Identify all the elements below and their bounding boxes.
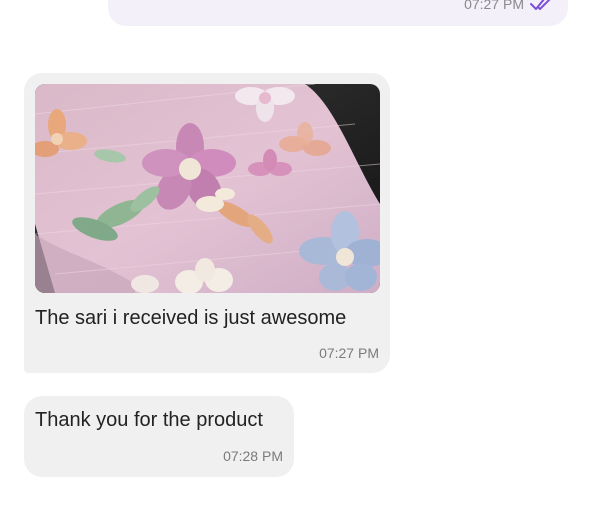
message-time: 07:27 PM bbox=[464, 0, 524, 12]
message-time: 07:28 PM bbox=[223, 448, 283, 464]
message-time: 07:27 PM bbox=[319, 345, 379, 361]
message-meta: 07:27 PM bbox=[464, 0, 554, 12]
sari-photo[interactable] bbox=[35, 84, 380, 293]
chat-thread: 07:27 PM The sari i received is just awe… bbox=[0, 0, 600, 509]
incoming-image-message[interactable]: The sari i received is just awesome 07:2… bbox=[24, 73, 390, 373]
floral-fabric-image bbox=[35, 84, 380, 293]
outgoing-message-bubble[interactable]: 07:27 PM bbox=[108, 0, 568, 26]
message-text: The sari i received is just awesome bbox=[35, 307, 347, 329]
incoming-text-message[interactable]: Thank you for the product 07:28 PM bbox=[24, 396, 294, 477]
double-check-icon bbox=[530, 0, 551, 10]
message-text: Thank you for the product bbox=[35, 409, 263, 431]
